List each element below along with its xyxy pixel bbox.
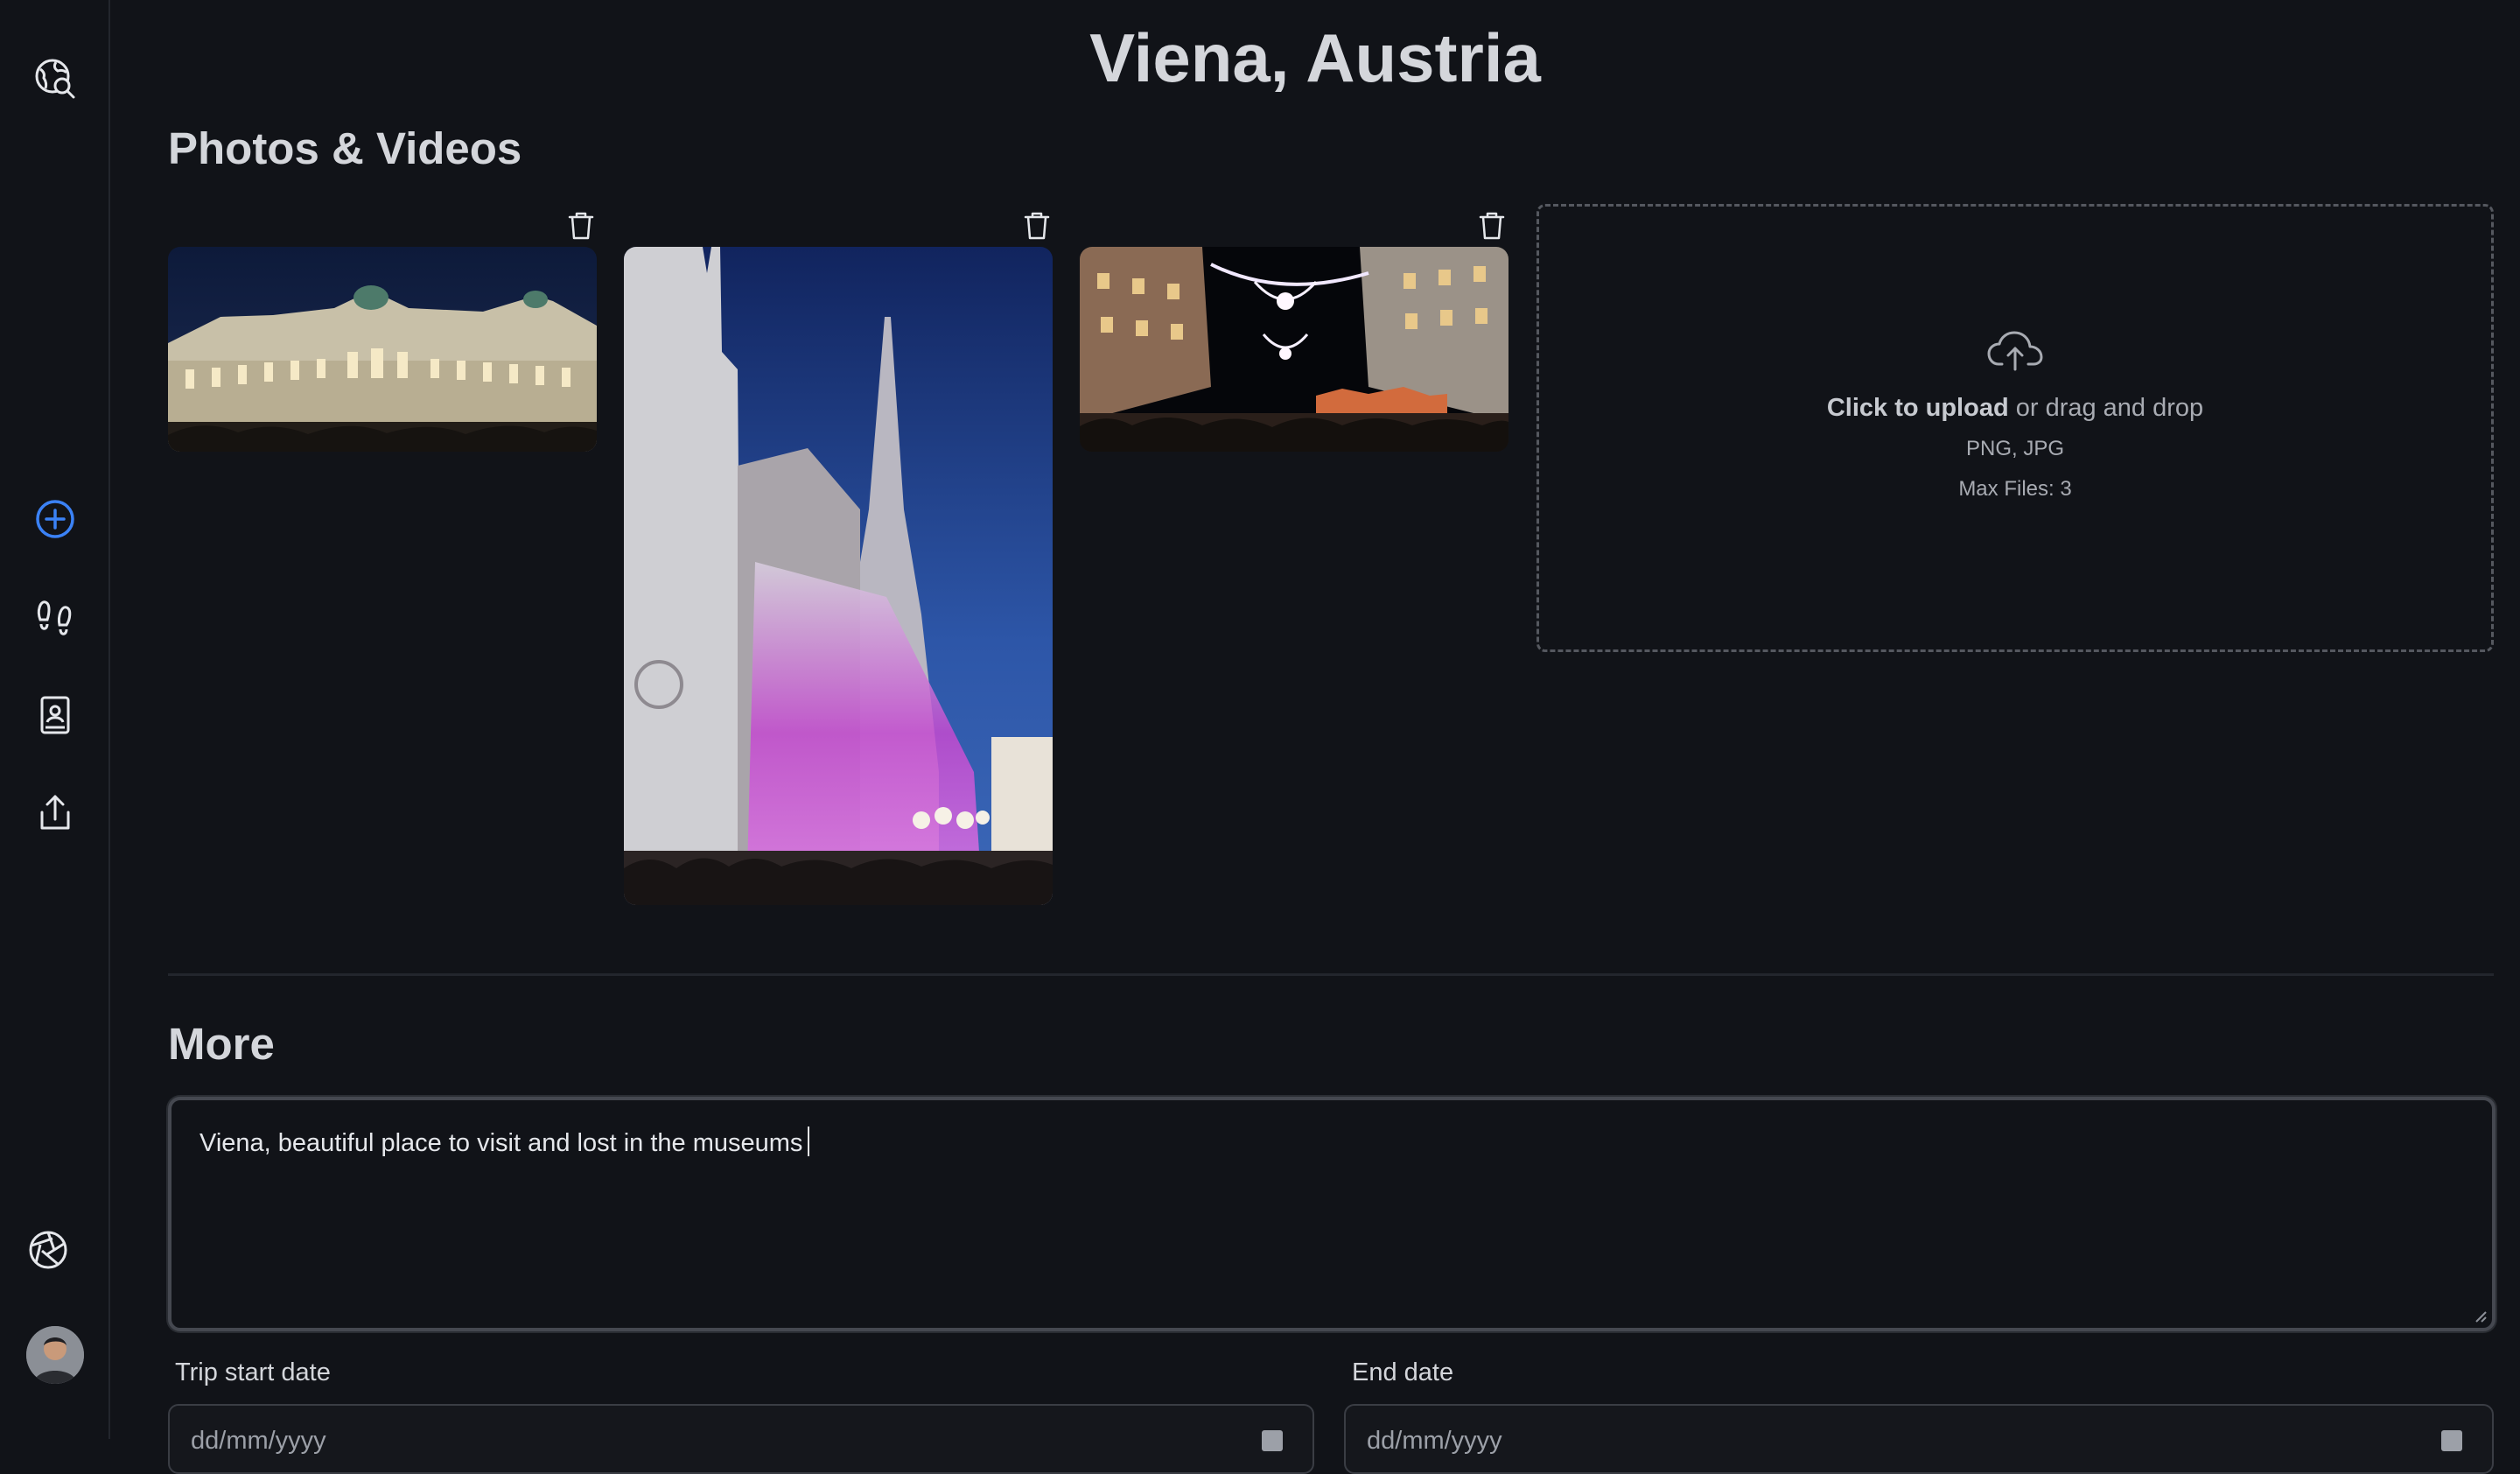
photo-hofburg-palace[interactable]	[168, 247, 597, 452]
calendar-icon[interactable]	[1262, 1430, 1283, 1451]
sidebar	[0, 0, 110, 1439]
text-caret	[808, 1127, 810, 1156]
upload-max-files: Max Files: 3	[1958, 477, 2072, 501]
calendar-icon[interactable]	[2441, 1430, 2462, 1451]
drag-drop-text: or drag and drop	[2008, 394, 2204, 422]
globe-search-icon[interactable]	[29, 53, 81, 105]
main-content: Viena, Austria Photos & Videos Click to …	[110, 0, 2520, 1474]
notes-textarea[interactable]: Viena, beautiful place to visit and lost…	[168, 1097, 2496, 1331]
upload-formats: PNG, JPG	[1965, 437, 2065, 460]
start-date-label: Trip start date	[175, 1358, 331, 1386]
upload-instructions: Click to upload or drag and drop	[1827, 392, 2203, 424]
end-date-input[interactable]: dd/mm/yyyy	[1344, 1404, 2494, 1474]
end-date-label: End date	[1352, 1358, 1454, 1386]
footprints-icon[interactable]	[29, 591, 81, 643]
cloud-upload-icon	[1987, 331, 2043, 371]
photos-heading: Photos & Videos	[168, 123, 522, 173]
photo-christmas-street[interactable]	[1080, 247, 1508, 452]
click-to-upload-link[interactable]: Click to upload	[1827, 394, 2009, 422]
trash-icon[interactable]	[564, 208, 598, 243]
trash-icon[interactable]	[1019, 208, 1054, 243]
start-date-value: dd/mm/yyyy	[191, 1427, 326, 1455]
resize-grip-icon[interactable]	[2473, 1309, 2487, 1323]
end-date-value: dd/mm/yyyy	[1367, 1427, 1502, 1455]
notes-text: Viena, beautiful place to visit and lost…	[200, 1129, 803, 1157]
share-upload-icon[interactable]	[29, 787, 81, 839]
start-date-input[interactable]: dd/mm/yyyy	[168, 1404, 1314, 1474]
page-title: Viena, Austria	[1089, 19, 1541, 96]
section-divider	[168, 973, 2494, 976]
user-avatar[interactable]	[26, 1326, 84, 1384]
upload-dropzone[interactable]: Click to upload or drag and drop PNG, JP…	[1536, 204, 2494, 652]
aperture-icon[interactable]	[22, 1224, 74, 1276]
add-circle-icon[interactable]	[29, 493, 81, 545]
trash-icon[interactable]	[1474, 208, 1509, 243]
photo-st-stephens-cathedral[interactable]	[624, 247, 1053, 905]
contact-book-icon[interactable]	[29, 689, 81, 741]
more-heading: More	[168, 1019, 275, 1069]
